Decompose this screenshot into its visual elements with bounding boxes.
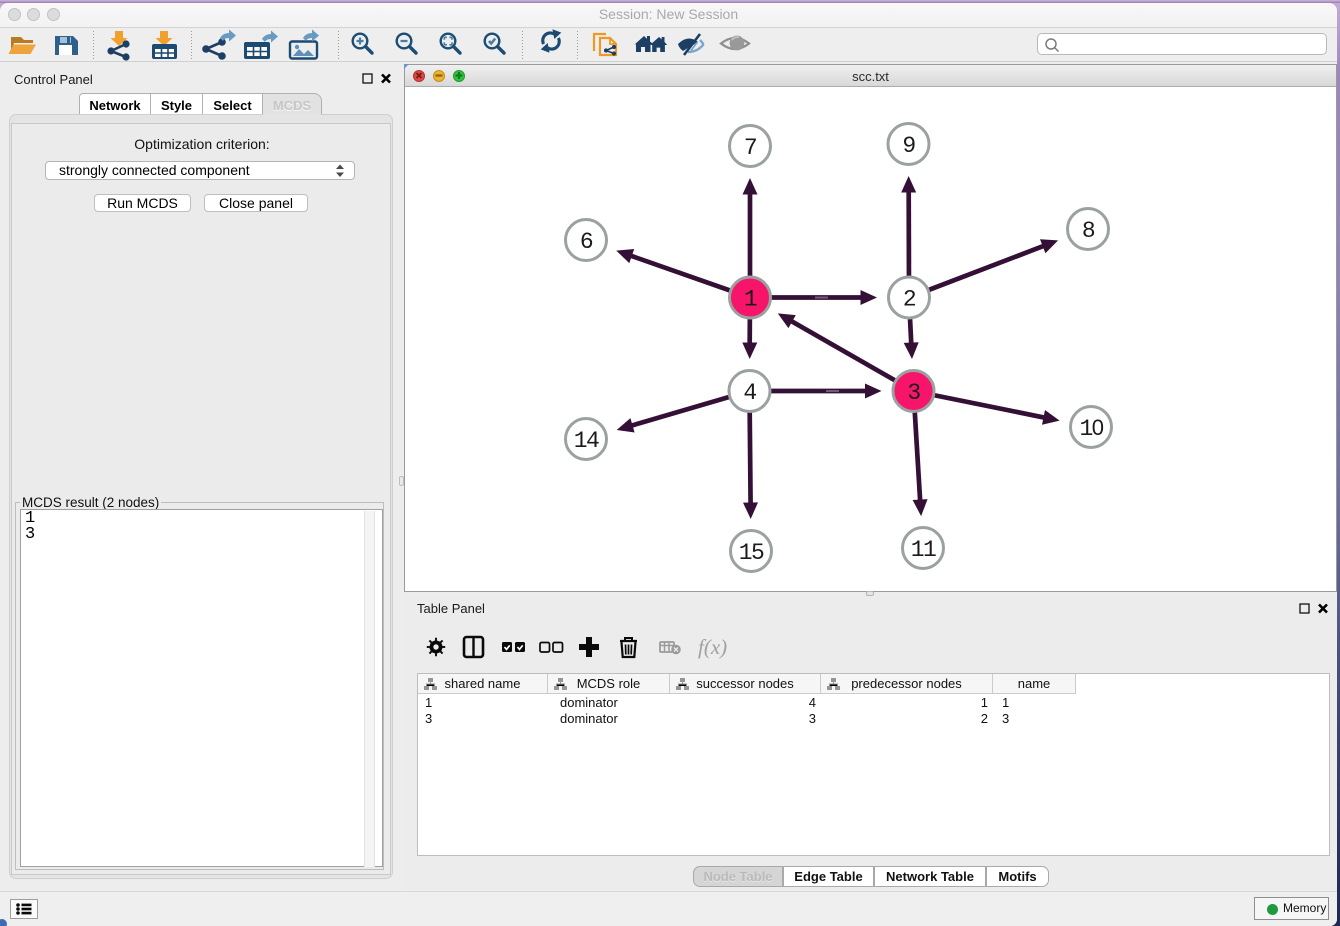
svg-text:1: 1: [744, 287, 757, 313]
svg-text:10: 10: [1079, 415, 1103, 442]
svg-text:9: 9: [902, 133, 915, 159]
svg-text:3: 3: [907, 380, 920, 406]
svg-text:f(x): f(x): [698, 635, 727, 659]
svg-text:4: 4: [743, 380, 756, 406]
svg-text:8: 8: [1082, 218, 1095, 244]
svg-text:14: 14: [574, 428, 599, 454]
svg-text:7: 7: [744, 135, 756, 161]
svg-text:2: 2: [903, 287, 916, 313]
svg-text:11: 11: [911, 537, 936, 563]
svg-text:6: 6: [580, 229, 593, 255]
svg-text:15: 15: [739, 540, 764, 566]
